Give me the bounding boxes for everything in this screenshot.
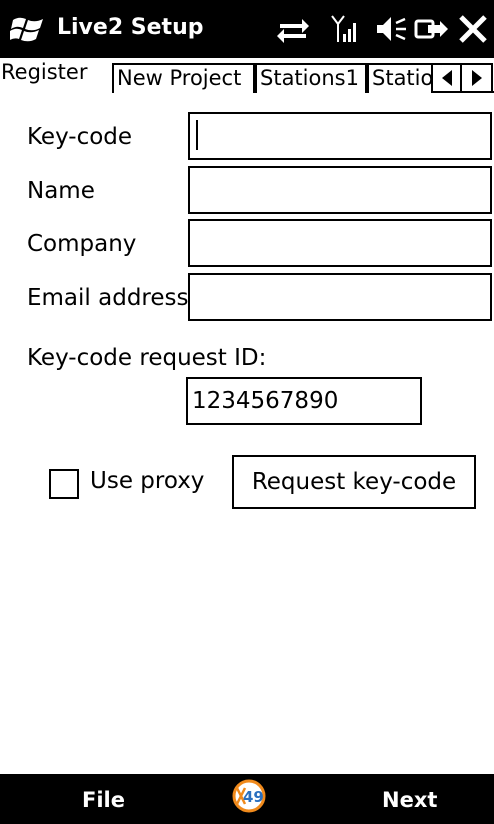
x49-logo-icon[interactable]: 49 bbox=[231, 779, 267, 813]
email-label: Email address bbox=[27, 285, 189, 311]
tab-scroll-buttons bbox=[431, 63, 494, 93]
tab-register[interactable]: Register bbox=[0, 59, 112, 95]
tab-scroll-right-button[interactable] bbox=[462, 63, 493, 93]
tab-new-project[interactable]: New Project bbox=[112, 63, 255, 93]
tab-scroll-left-button[interactable] bbox=[431, 63, 462, 93]
arrow-right-icon bbox=[471, 70, 482, 86]
company-field[interactable] bbox=[188, 219, 492, 267]
name-label: Name bbox=[27, 178, 95, 204]
file-menu-button[interactable]: File bbox=[82, 788, 125, 812]
power-plug-icon[interactable] bbox=[414, 12, 450, 46]
keycode-label: Key-code bbox=[27, 124, 133, 150]
name-field[interactable] bbox=[188, 166, 492, 214]
signal-icon[interactable] bbox=[330, 12, 360, 46]
request-id-label: Key-code request ID: bbox=[27, 345, 267, 371]
arrow-left-icon bbox=[441, 70, 452, 86]
request-id-value: 1234567890 bbox=[186, 377, 422, 425]
volume-icon[interactable] bbox=[374, 12, 408, 46]
title-bar: Live2 Setup bbox=[0, 0, 494, 58]
use-proxy-checkbox[interactable] bbox=[49, 469, 79, 499]
sync-icon[interactable] bbox=[276, 12, 310, 46]
text-caret bbox=[196, 120, 198, 150]
close-icon[interactable] bbox=[455, 12, 491, 46]
request-keycode-button[interactable]: Request key-code bbox=[232, 455, 476, 509]
company-label: Company bbox=[27, 231, 137, 257]
use-proxy-label[interactable]: Use proxy bbox=[90, 468, 204, 494]
app-title: Live2 Setup bbox=[57, 15, 204, 40]
next-button[interactable]: Next bbox=[382, 788, 437, 812]
email-field[interactable] bbox=[188, 273, 492, 321]
keycode-field[interactable] bbox=[188, 112, 492, 160]
windows-flag-icon[interactable] bbox=[10, 14, 46, 44]
softkey-bar: File 49 Next bbox=[0, 774, 494, 824]
tab-stations1[interactable]: Stations1 bbox=[255, 63, 367, 93]
tab-strip: Register New Project Stations1 Statio bbox=[0, 59, 494, 95]
logo-text: 49 bbox=[243, 788, 264, 806]
tab-stations2[interactable]: Statio bbox=[367, 63, 439, 93]
